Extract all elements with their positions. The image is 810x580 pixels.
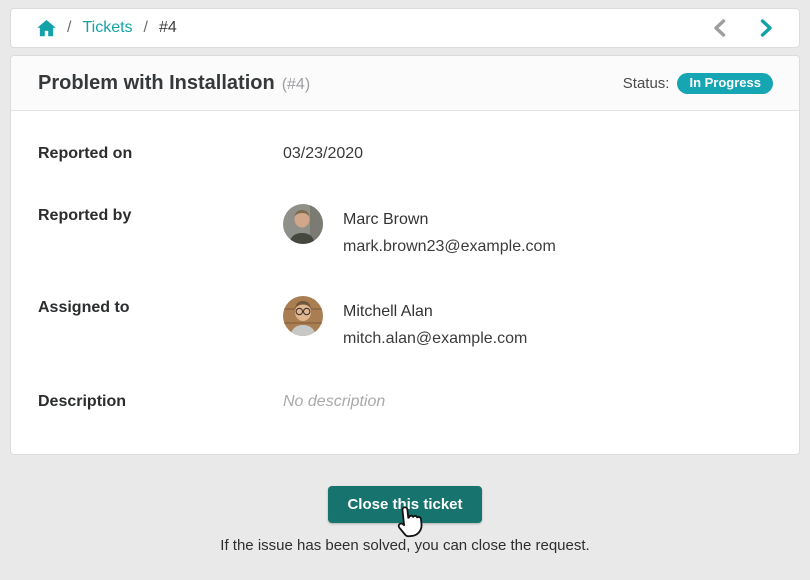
field-label: Description: [38, 392, 283, 411]
row-description: Description No description: [38, 392, 773, 411]
user-photo-avatar: [283, 204, 323, 244]
breadcrumb-current-ticket: #4: [159, 19, 177, 37]
row-reported-on: Reported on 03/23/2020: [38, 144, 773, 163]
user-name: Marc Brown: [343, 206, 556, 233]
chevron-right-icon[interactable]: [758, 17, 775, 39]
ticket-detail-card: Problem with Installation(#4) Status: In…: [10, 55, 800, 455]
home-icon[interactable]: [37, 20, 56, 37]
reported-on-value: 03/23/2020: [283, 144, 363, 163]
breadcrumb-separator: /: [67, 19, 71, 37]
breadcrumb-separator: /: [144, 19, 148, 37]
field-label: Reported on: [38, 144, 283, 163]
footer-actions: Close this ticket If the issue has been …: [0, 486, 810, 554]
chevron-left-icon[interactable]: [711, 17, 728, 39]
row-assigned-to: Assigned to Mitchell Alan: [38, 298, 773, 352]
breadcrumb: / Tickets / #4: [10, 8, 800, 48]
ticket-header: Problem with Installation(#4) Status: In…: [11, 56, 799, 111]
row-reported-by: Reported by Marc Brown mark.brown23@exam…: [38, 206, 773, 260]
status-label: Status:: [623, 75, 670, 92]
field-label: Assigned to: [38, 298, 283, 317]
user-name: Mitchell Alan: [343, 298, 527, 325]
user-photo-avatar: [283, 296, 323, 336]
status-badge: In Progress: [677, 73, 773, 94]
field-label: Reported by: [38, 206, 283, 225]
close-ticket-button[interactable]: Close this ticket: [328, 486, 481, 523]
page-title: Problem with Installation(#4): [38, 72, 310, 95]
breadcrumb-link-tickets[interactable]: Tickets: [82, 19, 132, 37]
description-value: No description: [283, 392, 385, 411]
user-email: mark.brown23@example.com: [343, 233, 556, 260]
close-ticket-hint: If the issue has been solved, you can cl…: [0, 537, 810, 554]
user-email: mitch.alan@example.com: [343, 325, 527, 352]
ticket-number: (#4): [282, 76, 310, 93]
